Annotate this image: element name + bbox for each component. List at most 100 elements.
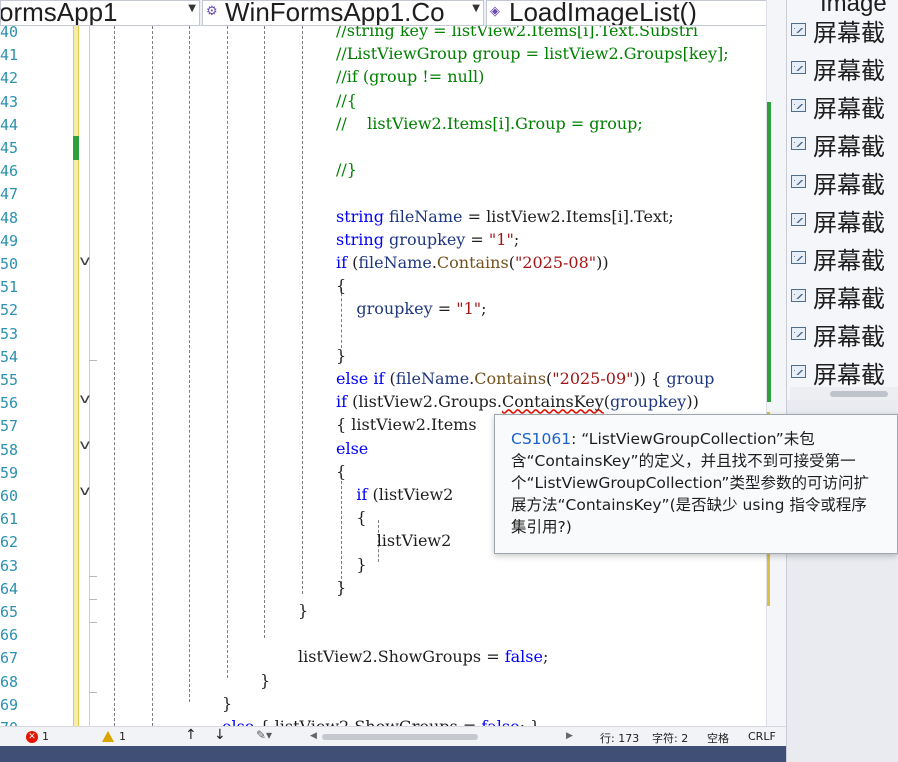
code-token: "1": [456, 299, 482, 319]
previous-issue-button[interactable]: ↑: [185, 727, 197, 743]
code-line[interactable]: { listView2.Items: [336, 415, 477, 434]
collapse-icon[interactable]: v: [79, 254, 90, 269]
code-token: groupkey: [610, 392, 687, 412]
code-line[interactable]: listView2: [336, 531, 452, 550]
class-dropdown[interactable]: ⚙ WinFormsApp1.Co ▼: [202, 0, 484, 26]
code-line[interactable]: }: [260, 671, 270, 690]
code-line[interactable]: //{: [336, 91, 357, 110]
code-token: if: [336, 253, 348, 272]
code-token: if: [356, 485, 368, 504]
fold-end-tick: [89, 360, 97, 361]
code-token: ;: [513, 229, 520, 249]
whitespace-indicator[interactable]: 空格: [707, 730, 729, 746]
code-token: }: [336, 577, 347, 597]
solution-explorer-node[interactable]: Image: [820, 0, 887, 18]
code-line[interactable]: else { listView2.ShowGroups = false; }: [222, 717, 540, 726]
image-file-label: 屏幕截: [813, 247, 885, 275]
code-line[interactable]: string fileName = listView2.Items[i].Tex…: [336, 207, 674, 226]
next-issue-button[interactable]: ↓: [214, 727, 226, 743]
collapse-icon[interactable]: v: [79, 438, 90, 453]
code-token: else: [222, 717, 254, 726]
indent-guide: [302, 26, 303, 594]
code-line[interactable]: }: [222, 694, 232, 713]
line-number: 62: [0, 533, 19, 552]
line-number: 54: [0, 347, 19, 366]
code-line[interactable]: }: [336, 346, 346, 365]
code-editor[interactable]: v v v v 40 41 42 43 44 45 46 47 48 49 50 51 52 53 54 55…: [0, 26, 766, 726]
image-file-icon: [791, 99, 806, 112]
code-token: //{: [336, 90, 357, 110]
editor-horizontal-scrollbar[interactable]: [310, 731, 580, 743]
code-line[interactable]: {: [336, 462, 346, 481]
code-token: { listView2.Items: [336, 415, 477, 435]
code-line[interactable]: if (listView2: [336, 485, 453, 504]
warning-icon[interactable]: [102, 731, 114, 742]
code-token: fileName: [395, 369, 470, 388]
saved-change-marker: [73, 136, 79, 160]
warning-count[interactable]: 1: [119, 730, 126, 743]
collapse-icon[interactable]: v: [79, 484, 90, 499]
code-token: "2025-09": [552, 369, 634, 388]
scrollbar-thumb[interactable]: [322, 734, 478, 740]
image-file-label: 屏幕截: [813, 19, 885, 47]
error-count[interactable]: 1: [42, 730, 49, 743]
image-file-icon: [791, 23, 806, 36]
code-line[interactable]: else: [336, 439, 368, 458]
code-token: //}: [336, 160, 357, 180]
code-token: string: [336, 206, 384, 226]
code-line[interactable]: //string key = listView2.Items[i].Text.S…: [336, 26, 698, 40]
code-token: )): [596, 253, 609, 272]
line-number: 50: [0, 255, 19, 273]
line-number: 45: [0, 139, 19, 157]
line-number: 44: [0, 115, 19, 134]
code-token: {: [336, 276, 347, 296]
code-line[interactable]: // listView2.Items[i].Group = group;: [336, 114, 643, 133]
line-indicator[interactable]: 行: 173: [600, 730, 639, 746]
code-line[interactable]: {: [336, 508, 366, 527]
code-line[interactable]: {: [336, 276, 346, 295]
error-code-link[interactable]: CS1061: [511, 430, 571, 448]
code-token: false: [504, 647, 543, 667]
code-token: //if (group != null): [336, 67, 485, 87]
code-line[interactable]: if (listView2.Groups.ContainsKey(groupke…: [336, 392, 699, 411]
line-number: 47: [0, 185, 19, 204]
code-line[interactable]: //}: [336, 160, 357, 179]
scrollbar-thumb[interactable]: [830, 391, 888, 397]
code-line[interactable]: groupkey = "1";: [336, 299, 486, 319]
navigation-bar: ormsApp1 ▼ ⚙ WinFormsApp1.Co ▼ ◈ LoadIma…: [0, 0, 784, 26]
error-icon[interactable]: ✕: [26, 731, 38, 743]
code-token: (listView2.Groups.: [347, 392, 502, 412]
method-dropdown[interactable]: ◈ LoadImageList() ▼: [486, 0, 782, 26]
line-number: 40: [0, 26, 19, 41]
editor-status-bar: ✕ 1 1 ↑ ↓ ✎▾ ◀ ▶ 行: 173 字符: 2 空格 CRLF: [0, 726, 786, 746]
code-token: false: [481, 717, 519, 726]
project-dropdown[interactable]: ormsApp1 ▼: [0, 0, 200, 26]
code-cleanup-icon[interactable]: ✎▾: [256, 728, 272, 742]
image-file-label: 屏幕截: [813, 57, 885, 85]
code-line[interactable]: if (fileName.Contains("2025-08")): [336, 253, 609, 272]
code-token: }: [222, 693, 233, 713]
code-line[interactable]: else if (fileName.Contains("2025-09")) {…: [336, 369, 714, 388]
code-token: (: [384, 369, 396, 388]
solution-horizontal-scrollbar[interactable]: [790, 387, 898, 401]
outline-guide: [89, 26, 90, 726]
line-ending-indicator[interactable]: CRLF: [748, 730, 776, 743]
code-line[interactable]: }: [336, 555, 366, 574]
code-line[interactable]: }: [336, 578, 346, 597]
code-line[interactable]: }: [298, 601, 308, 620]
scroll-right-icon[interactable]: ▶: [566, 731, 573, 741]
char-indicator[interactable]: 字符: 2: [652, 730, 688, 746]
code-token: ContainsKey: [501, 392, 604, 412]
line-number: 67: [0, 649, 19, 668]
scrollbar-change-marker: [767, 102, 771, 402]
image-file-label: 屏幕截: [813, 361, 885, 389]
image-file-icon: [791, 327, 806, 340]
code-line[interactable]: listView2.ShowGroups = false;: [298, 647, 548, 666]
image-file-label: 屏幕截: [813, 209, 885, 237]
collapse-icon[interactable]: v: [79, 392, 90, 407]
code-line[interactable]: string groupkey = "1";: [336, 230, 519, 249]
code-token: =: [465, 229, 489, 249]
code-line[interactable]: //ListViewGroup group = listView2.Groups…: [336, 44, 729, 63]
code-token: Contains: [474, 369, 547, 388]
code-line[interactable]: //if (group != null): [336, 67, 484, 86]
